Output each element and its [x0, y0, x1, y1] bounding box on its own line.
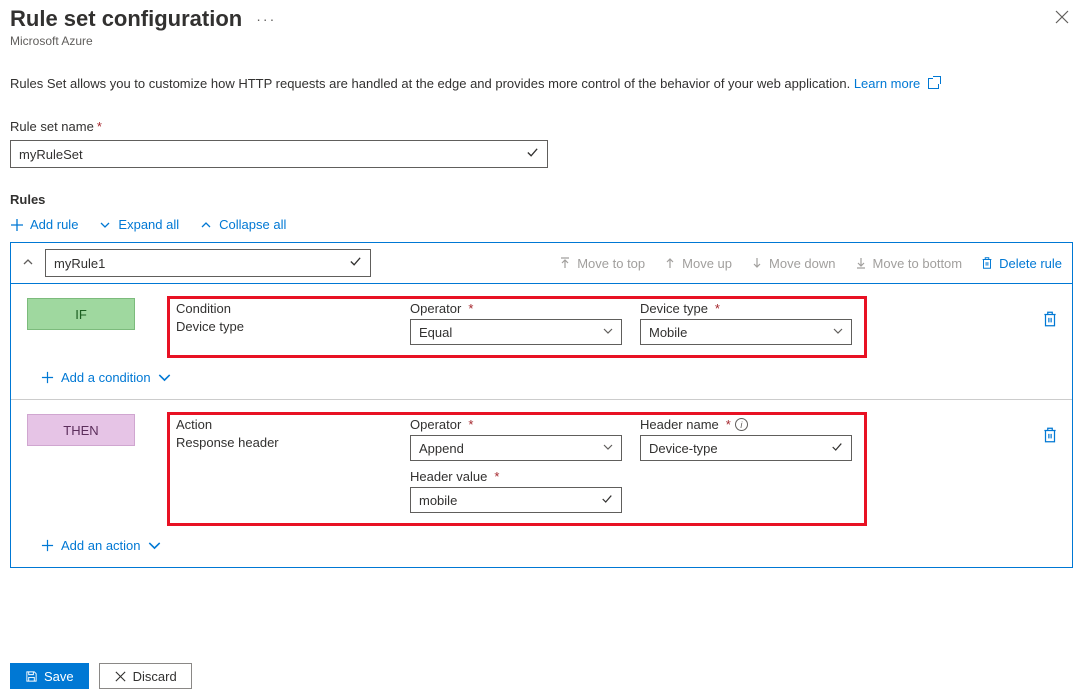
if-section: IF Condition Device type Operator* Equal: [11, 284, 1072, 400]
ruleset-name-label: Rule set name*: [10, 119, 1073, 134]
external-link-icon: [928, 78, 939, 89]
then-badge: THEN: [27, 414, 135, 446]
valid-check-icon: [349, 255, 362, 271]
condition-value: Device type: [176, 319, 392, 334]
then-operator-label: Operator*: [410, 417, 622, 432]
rule-name-input[interactable]: myRule1: [45, 249, 371, 277]
expand-all-button[interactable]: Expand all: [98, 217, 179, 232]
valid-check-icon: [526, 146, 539, 162]
if-operator-label: Operator*: [410, 301, 622, 316]
move-down-button: Move down: [750, 256, 835, 271]
add-condition-button[interactable]: Add a condition: [41, 370, 1062, 385]
add-action-button[interactable]: Add an action: [41, 538, 1062, 553]
condition-label: Condition: [176, 301, 392, 316]
then-operator-select[interactable]: Append: [410, 435, 622, 461]
more-menu[interactable]: ···: [256, 11, 276, 27]
discard-button[interactable]: Discard: [99, 663, 192, 689]
description-text: Rules Set allows you to customize how HT…: [10, 76, 1073, 91]
if-highlight: Condition Device type Operator* Equal De…: [167, 296, 867, 358]
valid-check-icon: [601, 493, 613, 508]
rules-heading: Rules: [10, 192, 1073, 207]
page-title: Rule set configuration: [10, 6, 242, 32]
move-to-bottom-button: Move to bottom: [854, 256, 963, 271]
chevron-down-icon: [603, 326, 613, 339]
header-name-input[interactable]: Device-type: [640, 435, 852, 461]
learn-more-link[interactable]: Learn more: [854, 76, 920, 91]
add-rule-button[interactable]: Add rule: [10, 217, 78, 232]
close-button[interactable]: [1051, 6, 1073, 33]
delete-action-button[interactable]: [1042, 426, 1058, 447]
action-value: Response header: [176, 435, 392, 450]
collapse-rule-icon[interactable]: [21, 255, 35, 272]
page-subtitle: Microsoft Azure: [10, 34, 276, 48]
move-to-top-button: Move to top: [558, 256, 645, 271]
if-badge: IF: [27, 298, 135, 330]
rule-card: myRule1 Move to top Move up Move down Mo…: [10, 242, 1073, 568]
header-name-label: Header name* i: [640, 417, 852, 432]
chevron-down-icon: [603, 442, 613, 455]
save-button[interactable]: Save: [10, 663, 89, 689]
collapse-all-button[interactable]: Collapse all: [199, 217, 286, 232]
delete-rule-button[interactable]: Delete rule: [980, 256, 1062, 271]
if-param-select[interactable]: Mobile: [640, 319, 852, 345]
if-operator-select[interactable]: Equal: [410, 319, 622, 345]
info-icon[interactable]: i: [735, 418, 748, 431]
action-label: Action: [176, 417, 392, 432]
ruleset-name-input[interactable]: myRuleSet: [10, 140, 548, 168]
valid-check-icon: [831, 441, 843, 456]
move-up-button: Move up: [663, 256, 732, 271]
header-value-input[interactable]: mobile: [410, 487, 622, 513]
header-value-label: Header value*: [410, 469, 622, 484]
chevron-down-icon: [833, 326, 843, 339]
then-highlight: Action Response header Operator* Append …: [167, 412, 867, 526]
if-param-label: Device type*: [640, 301, 852, 316]
delete-condition-button[interactable]: [1042, 310, 1058, 331]
then-section: THEN Action Response header Operator* Ap…: [11, 400, 1072, 567]
